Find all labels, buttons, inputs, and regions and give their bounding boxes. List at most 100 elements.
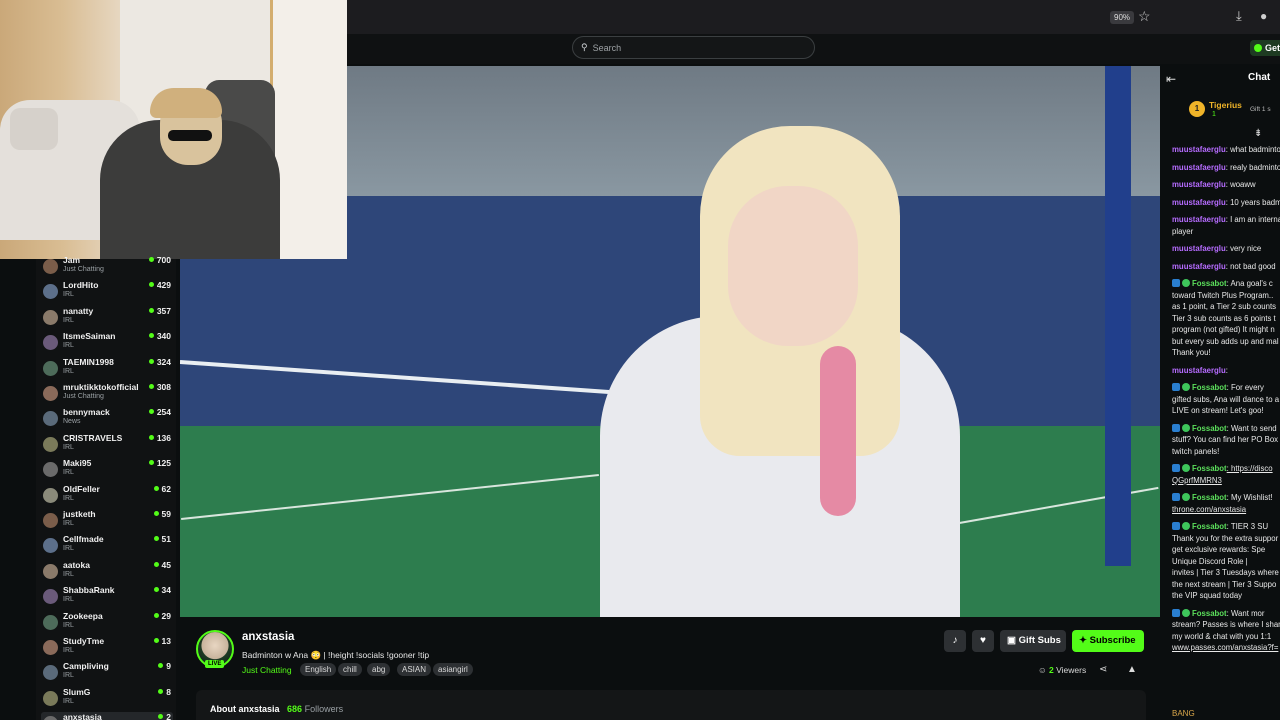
chat-username[interactable]: Fossabot [1192,493,1227,502]
live-dot-icon [148,257,154,262]
subscribe-label: Subscribe [1089,635,1136,646]
subscribe-button[interactable]: ✦ Subscribe [1072,630,1144,652]
sidebar-channel-item[interactable]: anxstasia 2 [41,712,173,720]
download-icon[interactable]: ⤓ [1236,8,1242,24]
channel-category: IRL [63,596,74,604]
gift-subs-button[interactable]: ▣ Gift Subs [1000,630,1066,652]
chat-username[interactable]: muustafaerglu [1172,366,1226,375]
chat-username[interactable]: muustafaerglu [1172,180,1226,189]
emote-bar[interactable]: BANG [1172,709,1195,718]
stream-tag[interactable]: chill [338,663,362,676]
chat-username[interactable]: muustafaerglu [1172,244,1226,253]
channel-category: IRL [63,697,74,705]
video-streamer-pink-hair [820,346,856,516]
chat-text: program (not gifted) It might n [1172,325,1275,334]
live-dot-icon [148,434,154,440]
chat-username[interactable]: muustafaerglu [1172,215,1226,224]
stream-tag[interactable]: English [300,663,337,676]
chat-username[interactable]: muustafaerglu [1172,145,1226,154]
chat-username[interactable]: Fossabot [1192,609,1227,618]
channel-count-value: 125 [156,458,171,469]
sidebar-channel-item[interactable]: ShabbaRank IRL 34 [41,585,173,610]
sidebar-channel-item[interactable]: TAEMIN1998 IRL 324 [41,357,173,382]
notification-bell-icon[interactable]: ♪ [944,630,966,652]
channel-viewer-count: 308 [148,382,171,392]
streamer-username[interactable]: anxstasia [242,631,294,643]
channel-viewer-count: 59 [153,509,171,519]
sidebar-channel-item[interactable]: ItsmeSaiman IRL 340 [41,331,173,356]
sidebar-channel-item[interactable]: mruktikktokofficial Just Chatting 308 [41,382,173,407]
live-dot-icon [158,714,164,720]
chat-pin-icon[interactable]: ⇟ [1254,128,1262,139]
stream-tag[interactable]: ASIAN [397,663,432,676]
share-icon[interactable]: ⋖ [1099,664,1107,675]
channel-viewer-count: 9 [158,661,171,671]
sidebar-channel-item[interactable]: CRISTRAVELS IRL 136 [41,433,173,458]
channel-count-value: 34 [161,585,171,596]
chat-username[interactable]: Fossabot [1192,522,1227,531]
chat-message: Fossabot: https://disco [1172,463,1280,475]
sidebar-channel-item[interactable]: Cellfmade IRL 51 [41,534,173,559]
gift-sub-button[interactable]: Gift 1 s [1250,106,1271,113]
followers-label: Followers [304,704,344,714]
channel-avatar [43,716,58,720]
chat-text: : what badminto [1225,145,1280,154]
sidebar-channel-item[interactable]: Campliving IRL 9 [41,661,173,686]
sidebar-channel-item[interactable]: Zookeepa IRL 29 [41,611,173,636]
sidebar-channel-item[interactable]: LordHito IRL 429 [41,280,173,305]
follow-heart-icon[interactable]: ♥ [972,630,994,652]
gift-subs-label: Gift Subs [1018,635,1061,646]
channel-viewer-count: 324 [148,357,171,367]
chat-username[interactable]: Fossabot [1192,464,1227,473]
chat-username[interactable]: muustafaerglu [1172,262,1226,271]
chat-message: Thank you for the extra suppor [1172,533,1280,545]
chat-username[interactable]: Fossabot [1192,383,1227,392]
channel-count-value: 51 [161,534,171,545]
viewers-number: 2 [1049,665,1054,675]
get-app-button[interactable]: Get [1250,40,1280,56]
sidebar-channel-item[interactable]: aatoka IRL 45 [41,560,173,585]
gifter-name[interactable]: Tigerius [1209,100,1242,110]
verified-badge-icon [1182,423,1190,432]
chat-text: : My Wishlist! [1226,493,1273,502]
sidebar-channel-item[interactable]: Maki95 IRL 125 [41,458,173,483]
channel-name: OldFeller [63,483,100,494]
live-dot-icon [153,638,159,643]
chat-text: Thank you! [1172,348,1211,357]
following-sidebar: Jam Just Chatting 700 LordHito IRL 429 nanatty… [36,255,176,720]
chat-username[interactable]: muustafaerglu [1172,198,1226,207]
chat-text: : Want to send [1226,423,1277,433]
kick-logo-icon [1254,44,1262,52]
bookmark-star-icon[interactable]: ☆ [1138,8,1151,25]
sidebar-channel-item[interactable]: bennymack News 254 [41,407,173,432]
channel-category: IRL [63,291,74,299]
chat-username[interactable]: Fossabot [1192,279,1227,288]
channel-avatar [43,462,58,478]
profile-icon[interactable]: ● [1260,9,1267,23]
sidebar-channel-item[interactable]: StudyTme IRL 13 [41,636,173,661]
channel-category: IRL [63,342,74,350]
stream-tag[interactable]: abg [367,663,391,676]
search-input[interactable]: ⚲ Search [572,36,815,59]
stream-tag[interactable]: asiangirl [433,663,473,676]
sidebar-channel-item[interactable]: nanatty IRL 357 [41,306,173,331]
chat-username[interactable]: muustafaerglu [1172,163,1226,172]
chat-text: stream? Passes is where I shar [1172,620,1280,629]
channel-name: SlumG [63,686,91,697]
chat-text: : woaww [1225,180,1256,189]
sidebar-channel-item[interactable]: justketh IRL 59 [41,509,173,534]
channel-avatar [43,640,58,655]
sidebar-channel-item[interactable]: SlumG IRL 8 [41,687,173,712]
sidebar-channel-item[interactable]: OldFeller IRL 62 [41,484,173,509]
chat-username[interactable]: Fossabot [1192,424,1227,433]
channel-viewer-count: 429 [148,280,171,290]
stream-category-link[interactable]: Just Chatting [242,665,292,675]
channel-name: Zookeepa [63,610,103,621]
channel-name: anxstasia [63,712,102,720]
zoom-indicator[interactable]: 90% [1110,11,1135,24]
chat-text: : For every [1226,383,1264,392]
sidebar-channel-item[interactable]: Jam Just Chatting 700 [41,255,173,280]
chat-text: : [1225,365,1228,375]
collapse-chat-icon[interactable]: ⇤ [1166,72,1176,86]
report-icon[interactable]: ▲ [1127,664,1137,675]
